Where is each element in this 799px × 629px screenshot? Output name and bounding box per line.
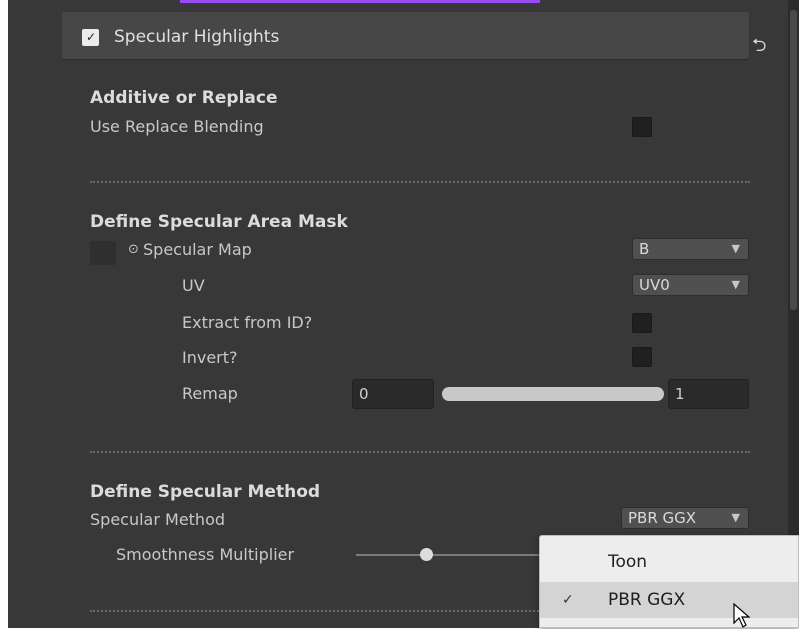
chevron-down-icon: ▼	[731, 511, 740, 524]
popup-item-label: PBR GGX	[608, 590, 686, 610]
checkmark-icon: ✓	[86, 30, 97, 44]
chevron-down-icon: ▼	[731, 278, 740, 291]
reset-icon[interactable]: ⮌	[752, 33, 766, 63]
smoothness-multiplier-label: Smoothness Multiplier	[116, 545, 295, 564]
uv-value: UV0	[639, 276, 670, 294]
additive-heading: Additive or Replace	[90, 88, 278, 108]
invert-checkbox[interactable]	[632, 347, 652, 367]
scrollbar-thumb[interactable]	[790, 10, 797, 310]
extract-from-id-label: Extract from ID?	[182, 313, 313, 332]
remap-range-slider[interactable]	[442, 387, 664, 401]
remap-max-field[interactable]: 1	[668, 379, 749, 409]
specular-method-dropdown[interactable]: PBR GGX ▼	[621, 507, 749, 529]
specular-map-label: Specular Map	[143, 240, 252, 259]
uv-label: UV	[182, 276, 205, 295]
section-divider	[90, 451, 750, 453]
mouse-cursor-icon	[733, 603, 751, 628]
section-divider	[90, 610, 539, 612]
circle-dot-icon[interactable]: ⊙	[128, 240, 139, 260]
specular-method-value: PBR GGX	[628, 509, 697, 527]
chevron-down-icon: ▼	[731, 242, 740, 255]
specular-map-slot[interactable]	[90, 241, 116, 265]
replace-blending-label: Use Replace Blending	[90, 117, 264, 136]
specular-method-popup: Toon ✓ PBR GGX	[539, 535, 799, 628]
specular-map-channel-dropdown[interactable]: B ▼	[632, 238, 749, 260]
popup-item-pbr-ggx[interactable]: ✓ PBR GGX	[540, 582, 798, 618]
smoothness-slider-track[interactable]	[356, 554, 539, 556]
specular-method-label: Specular Method	[90, 510, 226, 529]
method-heading: Define Specular Method	[90, 482, 321, 502]
smoothness-slider-knob[interactable]	[420, 548, 433, 561]
section-divider	[90, 181, 750, 183]
uv-dropdown[interactable]: UV0 ▼	[632, 274, 749, 296]
top-accent-strip	[180, 0, 540, 3]
popup-item-label: Toon	[608, 552, 648, 572]
replace-blending-checkbox[interactable]	[632, 117, 652, 137]
header-title: Specular Highlights	[114, 27, 280, 47]
mask-heading: Define Specular Area Mask	[90, 212, 348, 232]
popup-item-toon[interactable]: Toon	[540, 544, 798, 580]
specular-map-channel-value: B	[639, 240, 650, 258]
remap-label: Remap	[182, 384, 238, 403]
invert-label: Invert?	[182, 348, 238, 367]
extract-from-id-checkbox[interactable]	[632, 313, 652, 333]
specular-highlights-toggle[interactable]: ✓	[82, 29, 99, 46]
remap-min-field[interactable]: 0	[352, 379, 434, 409]
check-icon: ✓	[562, 592, 574, 608]
